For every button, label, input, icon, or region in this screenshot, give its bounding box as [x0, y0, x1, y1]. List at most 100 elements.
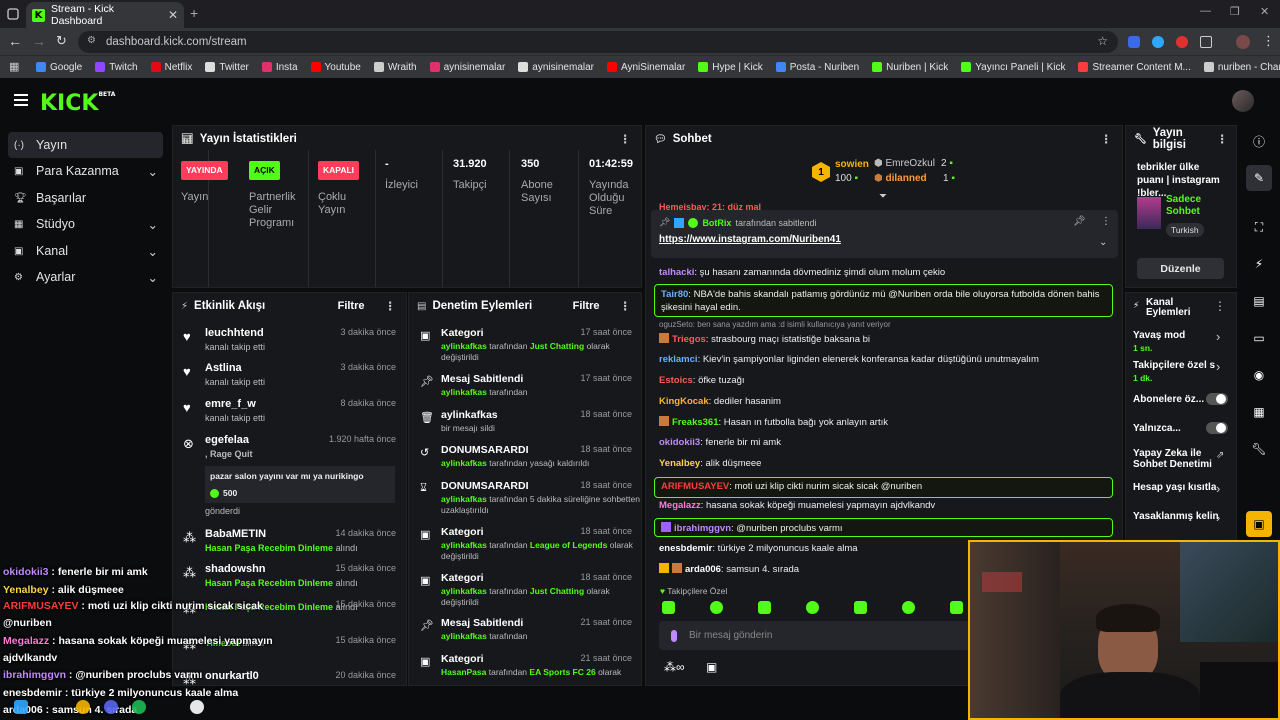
chat-message[interactable]: talhacki: şu hasanı zamanında dövmediniz…	[659, 267, 1119, 278]
bookmark-item[interactable]: Youtube	[310, 62, 361, 73]
close-window-icon[interactable]: ✕	[1260, 5, 1269, 18]
activity-item[interactable]: ⁂ 14 dakika önce BabaMETIN Hasan Paşa Receb…	[177, 528, 402, 553]
apps-grid-icon[interactable]: ▦	[9, 60, 19, 73]
pinned-link[interactable]: https://www.instagram.com/Nuriben41	[659, 234, 841, 245]
chevron-right-icon[interactable]: ›	[1216, 481, 1220, 496]
clapper-icon[interactable]: ▣	[1246, 511, 1272, 537]
chat-message[interactable]: okidokii3: fenerle bir mi amk	[659, 437, 1119, 448]
extension-blue-icon[interactable]	[1152, 36, 1164, 48]
sidebar-item-1[interactable]: ▣ Para Kazanma ⌄	[0, 158, 170, 184]
channel-action-toggle[interactable]	[1206, 393, 1228, 405]
maximize-icon[interactable]: ❐	[1230, 5, 1240, 18]
stream-info-menu-icon[interactable]: ⋮	[1217, 132, 1229, 146]
chat-username[interactable]: Estoics	[659, 375, 693, 386]
modlog-item[interactable]: ↺ 18 saat önce DONUMSARARDI aylinkafkas tar…	[413, 444, 640, 469]
chat-username[interactable]: talhacki	[659, 267, 694, 278]
channel-actions-menu-icon[interactable]: ⋮	[1214, 299, 1226, 313]
sidebar-item-4[interactable]: ▣ Kanal ⌄	[0, 238, 170, 264]
bookmark-item[interactable]: Insta	[261, 62, 298, 73]
chat-message-highlighted[interactable]: ibrahimggvn: @nuriben proclubs varmı	[654, 518, 1113, 537]
chevron-down-icon[interactable]: ⌄	[148, 164, 158, 179]
tab-close-icon[interactable]: ✕	[168, 8, 178, 22]
chat-username[interactable]: reklamci	[659, 354, 698, 365]
bookmark-item[interactable]: Hype | Kick	[698, 62, 763, 73]
bookmark-item[interactable]: Yayıncı Paneli | Kick	[961, 62, 1065, 73]
sidebar-item-0[interactable]: (·) Yayın	[8, 132, 163, 158]
chat-username[interactable]: okidokii3	[659, 437, 700, 448]
unpin-icon[interactable]: 📌︎	[1073, 216, 1086, 227]
taskbar-app-icon[interactable]	[14, 700, 28, 714]
activity-item[interactable]: ⁂ 15 dakika önce shadowshn Hasan Paşa Receb…	[177, 563, 402, 588]
reload-icon[interactable]: ↻	[56, 33, 67, 49]
modlog-item[interactable]: ⌛︎ 18 saat önce DONUMSARARDI aylinkafkas ta…	[413, 480, 640, 516]
stream-category[interactable]: Sadece Sohbet	[1166, 194, 1222, 218]
chat-username[interactable]: ibrahimggvn	[674, 523, 731, 534]
document-icon[interactable]: ▤	[1246, 288, 1272, 314]
browser-tab[interactable]: K Stream - Kick Dashboard ✕	[26, 2, 184, 28]
modlog-item[interactable]: 📌︎ 17 saat önce Mesaj Sabitlendi aylinkafka…	[413, 373, 640, 398]
chat-username[interactable]: Freaks361	[672, 417, 718, 428]
quick-emote-icon[interactable]	[806, 601, 819, 614]
site-info-icon[interactable]: ⚙	[87, 35, 96, 46]
extensions-puzzle-icon[interactable]	[1200, 36, 1212, 48]
modlog-item[interactable]: 📌︎ 21 saat önce Mesaj Sabitlendi aylinkafka…	[413, 617, 640, 642]
pinned-menu-icon[interactable]: ⋮	[1101, 216, 1111, 227]
stats-menu-icon[interactable]: ⋮	[620, 132, 632, 146]
bookmark-item[interactable]: nuriben - Channel S...	[1203, 62, 1280, 73]
profile-avatar-icon[interactable]	[1236, 35, 1250, 49]
browser-menu-icon[interactable]: ⋮	[1262, 33, 1275, 49]
quick-emote-icon[interactable]	[854, 601, 867, 614]
new-tab-icon[interactable]: +	[190, 5, 198, 21]
sidebar-item-2[interactable]: 🏆︎ Başarılar	[0, 185, 170, 211]
leaderboard-first-name[interactable]: sowien	[835, 159, 869, 170]
activity-menu-icon[interactable]: ⋮	[385, 299, 397, 313]
modlog-menu-icon[interactable]: ⋮	[620, 299, 632, 313]
chat-username[interactable]: enesbdemir	[659, 543, 712, 554]
chat-username[interactable]: Megalazz	[659, 500, 701, 511]
wrench-icon[interactable]: 🔧︎	[1246, 436, 1272, 462]
kick-logo[interactable]: KICKBETA	[40, 91, 115, 116]
modlog-filter-button[interactable]: Filtre	[573, 300, 600, 312]
chat-username[interactable]: KingKocak	[659, 396, 709, 407]
extension-red-icon[interactable]	[1176, 36, 1188, 48]
bookmark-item[interactable]: Twitch	[95, 62, 138, 73]
chat-message[interactable]: reklamci: Kiev'in şampiyonlar liginden e…	[659, 354, 1119, 365]
chat-username[interactable]: Yenalbey	[659, 458, 700, 469]
lightning-icon[interactable]: ⚡︎	[1246, 251, 1272, 277]
modlog-item[interactable]: ▣ 18 saat önce Kategori aylinkafkas tarafın…	[413, 526, 640, 562]
channel-action-item[interactable]: Hesap yaşı kısıtla	[1133, 482, 1228, 493]
chevron-down-icon[interactable]: ⌄	[148, 217, 158, 232]
points-icon[interactable]: ⁂∞	[664, 660, 685, 674]
chat-message[interactable]: Estoics: öfke tuzağı	[659, 375, 1119, 386]
activity-item[interactable]: ♥ 8 dakika önce emre_f_w kanalı takip etti	[177, 398, 402, 423]
chat-username[interactable]: arda006	[685, 564, 721, 575]
taskbar-spotify-icon[interactable]	[132, 700, 146, 714]
pinned-expand-icon[interactable]: ⌄	[1099, 237, 1107, 248]
fullscreen-icon[interactable]: ⛶	[1246, 214, 1272, 240]
minimize-icon[interactable]: —	[1200, 5, 1211, 17]
channel-action-item[interactable]: Yavaş mod 1 sn.	[1133, 330, 1228, 354]
chevron-right-icon[interactable]: ›	[1216, 510, 1220, 525]
channel-action-toggle[interactable]	[1206, 422, 1228, 434]
chevron-down-icon[interactable]: ⌄	[148, 244, 158, 259]
quick-emote-icon[interactable]	[950, 601, 963, 614]
chevron-down-icon[interactable]: ⌄	[148, 270, 158, 285]
bookmark-item[interactable]: Nuriben | Kick	[872, 62, 948, 73]
leaderboard-third-row[interactable]: ⬢ dilanned	[874, 173, 927, 184]
bookmark-item[interactable]: Wraith	[373, 62, 417, 73]
bookmark-item[interactable]: Netflix	[150, 62, 192, 73]
quick-emote-icon[interactable]	[758, 601, 771, 614]
chat-message-highlighted[interactable]: Tair80: NBA'de bahis skandalı patlamış g…	[654, 284, 1113, 317]
taskbar-discord-icon[interactable]	[104, 700, 118, 714]
chat-menu-icon[interactable]: ⋮	[1101, 132, 1113, 146]
activity-item[interactable]: ⁂ 20 dakika önce onurkartl0	[177, 670, 402, 687]
sidebar-item-3[interactable]: ▦ Stüdyo ⌄	[0, 211, 170, 237]
chat-message[interactable]: Triegos: strasbourg maçı istatistiğe bak…	[659, 333, 1119, 345]
modlog-item[interactable]: ▣ 17 saat önce Kategori aylinkafkas tarafın…	[413, 327, 640, 363]
chevron-right-icon[interactable]: ›	[1216, 329, 1220, 344]
activity-item[interactable]: ♥ 3 dakika önce leuchhtend kanalı takip ett…	[177, 327, 402, 352]
chat-message[interactable]: Freaks361: Hasan ın futbolla bağı yok an…	[659, 416, 1119, 428]
chat-username[interactable]: Triegos	[672, 334, 706, 345]
bookmark-item[interactable]: Posta - Nuriben	[775, 62, 859, 73]
tab-menu-icon[interactable]	[6, 7, 20, 21]
